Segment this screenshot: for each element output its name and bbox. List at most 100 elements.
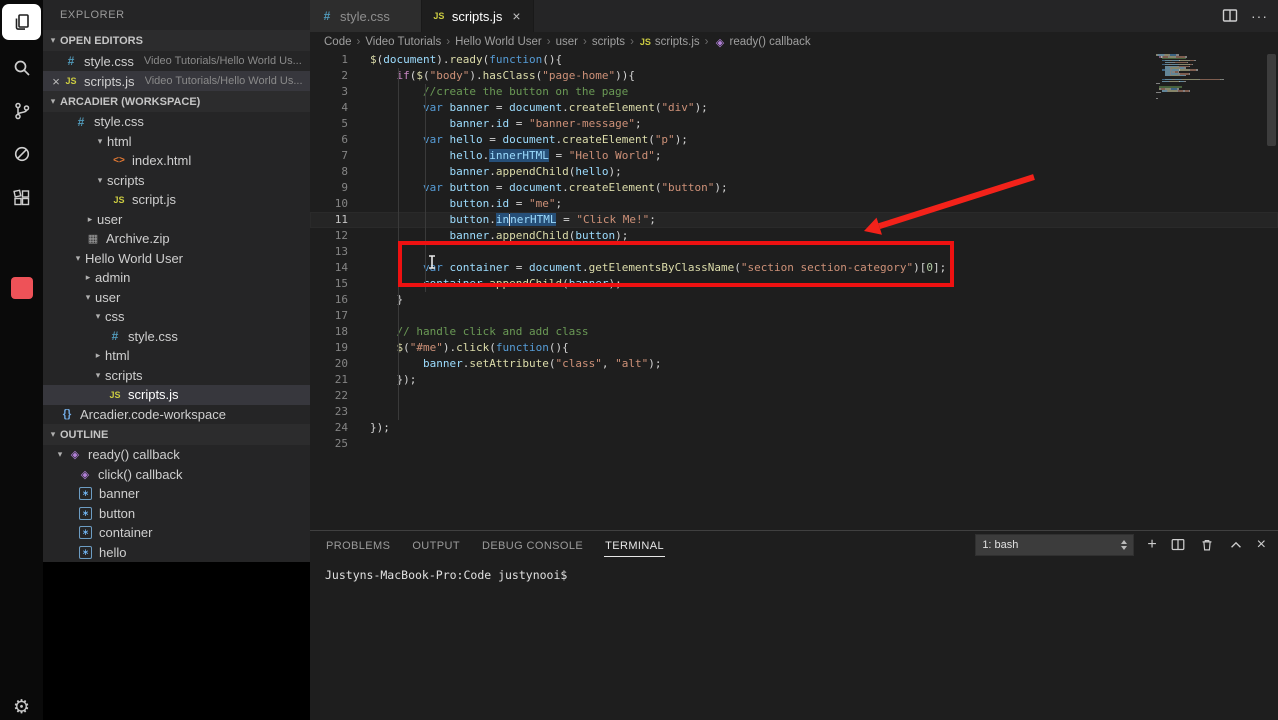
custom-extension-button[interactable] <box>0 269 43 307</box>
minimap[interactable] <box>1156 54 1248 101</box>
workspace-tree-item[interactable]: JS scripts.js <box>43 385 310 405</box>
code-line[interactable]: 12 banner.appendChild(button); <box>310 228 1278 244</box>
breadcrumb-item[interactable]: ◈ ready() callback <box>713 36 811 49</box>
workspace-tree-item[interactable]: ▸ html <box>43 346 310 366</box>
symbol-variable-icon: ∗ <box>79 506 92 520</box>
breadcrumb-item[interactable]: Video Tutorials <box>365 36 441 48</box>
workspace-tree-item[interactable]: {} Arcadier.code-workspace <box>43 405 310 425</box>
kill-terminal-icon[interactable] <box>1199 537 1215 553</box>
code-line[interactable]: 11 button.innerHTML = "Click Me!"; <box>310 212 1278 228</box>
outline-item[interactable]: ◈ click() callback <box>43 465 310 485</box>
editor-tab-style-css[interactable]: # style.css <box>310 0 422 32</box>
open-editors-header-label: OPEN EDITORS <box>60 34 143 47</box>
breadcrumb-item[interactable]: Hello World User <box>455 36 542 48</box>
open-editors-header[interactable]: ▾ OPEN EDITORS <box>43 30 310 51</box>
line-number: 16 <box>334 293 348 306</box>
close-panel-icon[interactable]: × <box>1257 537 1266 553</box>
split-terminal-icon[interactable] <box>1170 537 1186 553</box>
breadcrumb-item[interactable]: JS scripts.js <box>639 36 700 48</box>
extensions-view-button[interactable] <box>0 179 43 217</box>
outline-item[interactable]: ∗ banner <box>43 484 310 504</box>
workspace-tree-item[interactable]: ▾ css <box>43 307 310 327</box>
workspace-tree-item[interactable]: ▾ user <box>43 288 310 308</box>
workspace-tree-item[interactable]: ▾ html <box>43 132 310 152</box>
debug-icon <box>14 146 29 162</box>
panel-tab-debug-console[interactable]: DEBUG CONSOLE <box>481 534 584 556</box>
outline-item[interactable]: ▾ ◈ ready() callback <box>43 445 310 465</box>
close-editor-icon[interactable]: × <box>49 74 63 89</box>
workspace-tree-item[interactable]: ▾ scripts <box>43 171 310 191</box>
code-line[interactable]: 18 // handle click and add class <box>310 324 1278 340</box>
tree-item-label: ready() callback <box>88 447 180 463</box>
code-line[interactable]: 3 //create the button on the page <box>310 84 1278 100</box>
code-line[interactable]: 5 banner.id = "banner-message"; <box>310 116 1278 132</box>
panel-tabs: PROBLEMS OUTPUT DEBUG CONSOLE TERMINAL <box>325 534 685 557</box>
panel-tab-problems[interactable]: PROBLEMS <box>325 534 391 556</box>
workspace-tree-item[interactable]: ▸ admin <box>43 268 310 288</box>
code-line[interactable]: 13 <box>310 244 1278 260</box>
code-line[interactable]: 10 button.id = "me"; <box>310 196 1278 212</box>
outline-item[interactable]: ∗ container <box>43 523 310 543</box>
workspace-tree-item[interactable]: JS script.js <box>43 190 310 210</box>
open-editor-item[interactable]: × JS scripts.js Video Tutorials/Hello World… <box>43 71 310 91</box>
chevron-down-icon: ▾ <box>75 252 81 263</box>
html-file-icon: <> <box>113 155 125 167</box>
tree-item-label: scripts <box>105 367 143 383</box>
line-number: 23 <box>334 405 348 418</box>
workspace-header[interactable]: ▾ ARCADIER (WORKSPACE) <box>43 91 310 112</box>
code-line[interactable]: 7 hello.innerHTML = "Hello World"; <box>310 148 1278 164</box>
open-editor-item[interactable]: # style.css Video Tutorials/Hello World Us… <box>43 51 310 71</box>
split-editor-icon[interactable] <box>1221 7 1239 25</box>
code-line[interactable]: 2 if($("body").hasClass("page-home")){ <box>310 68 1278 84</box>
more-actions-icon[interactable]: ··· <box>1251 8 1268 24</box>
code-line[interactable]: 21 }); <box>310 372 1278 388</box>
terminal-prompt[interactable]: Justyns-MacBook-Pro:Code justynooi$ <box>310 559 1278 582</box>
outline-item[interactable]: ∗ hello <box>43 543 310 563</box>
code-line[interactable]: 20 banner.setAttribute("class", "alt"); <box>310 356 1278 372</box>
code-line[interactable]: 19 $("#me").click(function(){ <box>310 340 1278 356</box>
code-line[interactable]: 6 var hello = document.createElement("p"… <box>310 132 1278 148</box>
code-line[interactable]: 15 container.appendChild(banner); <box>310 276 1278 292</box>
explorer-view-button[interactable] <box>0 3 43 41</box>
line-number: 19 <box>334 341 348 354</box>
code-line[interactable]: 17 <box>310 308 1278 324</box>
outline-item[interactable]: ∗ button <box>43 504 310 524</box>
panel-tab-terminal[interactable]: TERMINAL <box>604 534 665 557</box>
panel-tab-output[interactable]: OUTPUT <box>411 534 461 556</box>
terminal-select[interactable]: 1: bash <box>975 534 1135 556</box>
breadcrumb-item[interactable]: scripts <box>592 36 625 48</box>
code-line[interactable]: 9 var button = document.createElement("b… <box>310 180 1278 196</box>
code-line[interactable]: 23 <box>310 404 1278 420</box>
code-line[interactable]: 22 <box>310 388 1278 404</box>
code-line[interactable]: 4 var banner = document.createElement("d… <box>310 100 1278 116</box>
close-tab-icon[interactable]: × <box>508 8 524 24</box>
workspace-tree-item[interactable]: ▸ user <box>43 210 310 230</box>
search-view-button[interactable] <box>0 49 43 87</box>
editor-scrollbar[interactable] <box>1267 54 1276 146</box>
code-line[interactable]: 14 var container = document.getElementsB… <box>310 260 1278 276</box>
workspace-tree-item[interactable]: # style.css <box>43 327 310 347</box>
outline-header[interactable]: ▾ OUTLINE <box>43 424 310 445</box>
workspace-tree-item[interactable]: ▾ Hello World User <box>43 249 310 269</box>
tree-item-label: Archive.zip <box>106 231 170 247</box>
editor-tab-scripts-js[interactable]: JS scripts.js × <box>421 0 535 32</box>
code-line[interactable]: 16 } <box>310 292 1278 308</box>
code-line[interactable]: 24}); <box>310 420 1278 436</box>
code-line[interactable]: 8 banner.appendChild(hello); <box>310 164 1278 180</box>
code-line[interactable]: 25 <box>310 436 1278 452</box>
new-terminal-icon[interactable]: + <box>1147 537 1156 553</box>
manage-button[interactable]: ⚙ <box>0 688 43 720</box>
code-editor[interactable]: 1 $(document).ready(function(){2 if($("bo… <box>310 52 1278 530</box>
code-text: $("#me").click(function(){ <box>396 341 569 354</box>
breadcrumb-item[interactable]: Code <box>324 36 352 48</box>
breadcrumb-item[interactable]: user <box>556 36 578 48</box>
debug-view-button[interactable] <box>0 135 43 173</box>
workspace-tree-item[interactable]: ▦ Archive.zip <box>43 229 310 249</box>
workspace-tree-item[interactable]: <> index.html <box>43 151 310 171</box>
workspace-tree-item[interactable]: # style.css <box>43 112 310 132</box>
maximize-panel-icon[interactable] <box>1228 537 1244 553</box>
breadcrumb-separator: › <box>704 36 709 48</box>
workspace-tree-item[interactable]: ▾ scripts <box>43 366 310 386</box>
source-control-view-button[interactable] <box>0 92 43 130</box>
code-line[interactable]: 1 $(document).ready(function(){ <box>310 52 1278 68</box>
